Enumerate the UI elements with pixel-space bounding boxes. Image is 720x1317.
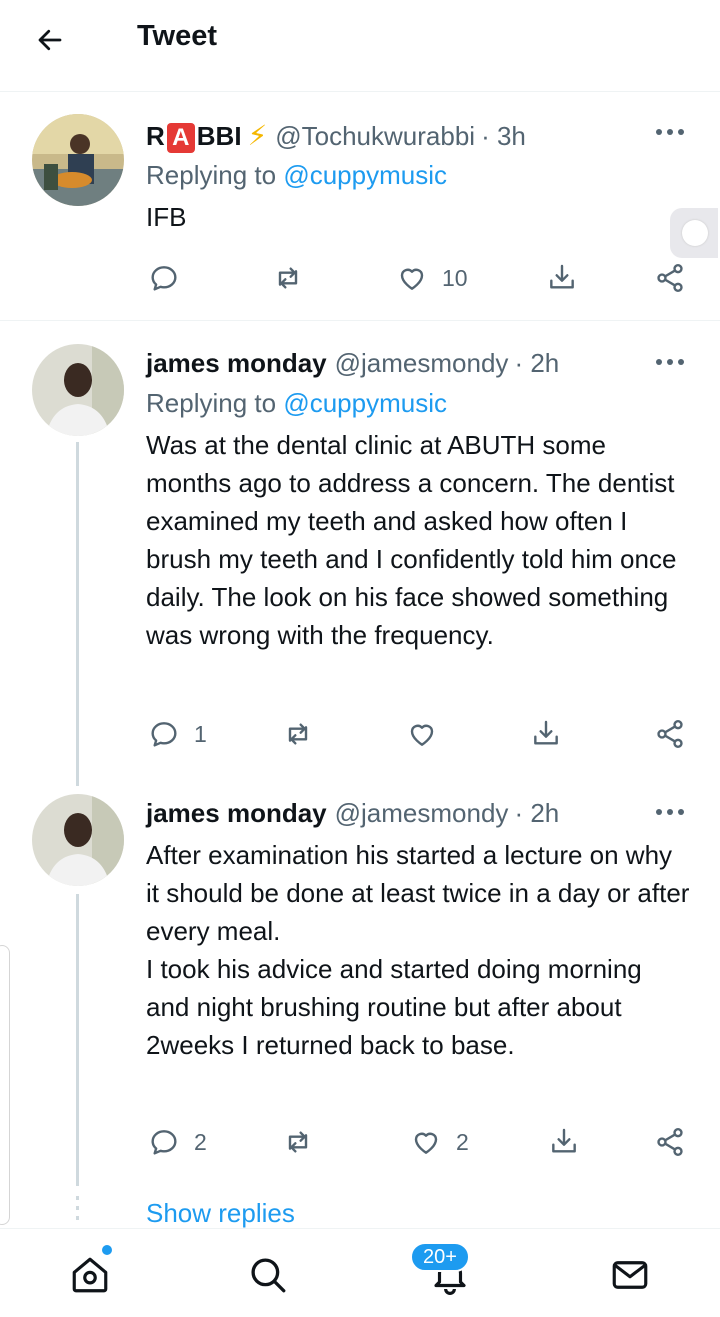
tweet-time: · 2h	[514, 798, 560, 828]
more-options-button[interactable]	[650, 350, 690, 374]
tweet-time: · 3h	[481, 120, 526, 151]
bottom-navigation: 20+	[0, 1228, 720, 1317]
share-icon	[657, 1128, 683, 1156]
heart-icon	[410, 724, 434, 746]
retweet-button[interactable]	[272, 262, 318, 294]
like-button[interactable]: 2	[410, 1126, 469, 1158]
author-name: R A BBI ⚡	[146, 120, 268, 153]
more-options-button[interactable]	[650, 120, 690, 144]
lightning-emoji: ⚡	[247, 120, 268, 151]
floating-assistive-button[interactable]	[670, 208, 718, 258]
reply-icon	[151, 722, 177, 747]
nav-messages[interactable]	[608, 1253, 652, 1297]
like-button[interactable]: 10	[396, 262, 468, 294]
share-button[interactable]	[654, 718, 686, 750]
bookmark-share-button[interactable]	[546, 262, 578, 294]
reply-count: 2	[194, 1128, 207, 1155]
retweet-button[interactable]	[282, 718, 328, 750]
avatar[interactable]	[32, 794, 124, 886]
avatar[interactable]	[32, 344, 124, 436]
nav-home[interactable]	[68, 1245, 112, 1297]
top-app-bar: Tweet	[0, 0, 720, 92]
page-title: Tweet	[137, 20, 218, 52]
replying-to: Replying to @cuppymusic	[146, 160, 447, 190]
tweet-text: IFB	[146, 202, 187, 232]
reply-icon	[151, 266, 177, 291]
download-icon	[552, 1128, 576, 1153]
retweet-icon	[288, 723, 308, 745]
like-button[interactable]	[406, 718, 452, 750]
share-button[interactable]	[654, 1126, 686, 1158]
back-button[interactable]	[30, 20, 70, 60]
heart-icon	[414, 1132, 438, 1154]
tweet-time: · 2h	[514, 348, 560, 378]
like-count: 2	[456, 1128, 469, 1155]
more-options-button[interactable]	[650, 800, 690, 824]
more-icon	[656, 809, 684, 815]
tweet-author[interactable]: james monday @jamesmondy · 2h	[146, 348, 559, 379]
notifications-badge: 20+	[410, 1242, 470, 1272]
author-name: james monday	[146, 348, 327, 378]
tweet-text: Was at the dental clinic at ABUTH some m…	[146, 430, 677, 650]
author-handle: @jamesmondy	[334, 348, 509, 378]
tweet-author[interactable]: R A BBI ⚡ @Tochukwurabbi · 3h	[146, 119, 526, 153]
reply-button[interactable]: 1	[148, 718, 207, 750]
tweet-2[interactable]: james monday @jamesmondy · 2h Replying t…	[0, 320, 720, 780]
new-posts-dot	[102, 1245, 112, 1255]
heart-icon	[400, 268, 424, 290]
share-button[interactable]	[654, 262, 686, 294]
more-icon	[656, 359, 684, 365]
like-count: 10	[442, 264, 468, 291]
edge-panel-handle[interactable]	[0, 945, 10, 1225]
retweet-icon	[288, 1131, 308, 1153]
reply-icon	[151, 1130, 177, 1155]
replying-to: Replying to @cuppymusic	[146, 388, 447, 418]
author-handle: @Tochukwurabbi	[275, 120, 476, 151]
share-icon	[657, 264, 683, 292]
bookmark-share-button[interactable]	[530, 718, 562, 750]
arrow-left-icon	[38, 29, 62, 51]
retweet-button[interactable]	[282, 1126, 328, 1158]
nav-search[interactable]	[246, 1253, 290, 1297]
tweet-3[interactable]: james monday @jamesmondy · 2h After exam…	[0, 780, 720, 1220]
tweet-author[interactable]: james monday @jamesmondy · 2h	[146, 798, 559, 829]
download-icon	[550, 264, 574, 289]
mention-link[interactable]: @cuppymusic	[283, 388, 447, 418]
home-icon	[72, 1257, 108, 1293]
name-badge: A	[166, 123, 195, 153]
reply-count: 1	[194, 720, 207, 747]
more-icon	[656, 129, 684, 135]
reply-button[interactable]: 2	[148, 1126, 207, 1158]
author-name: james monday	[146, 798, 327, 828]
tweet-text: After examination his started a lecture …	[146, 840, 690, 1060]
tweet-1[interactable]: R A BBI ⚡ @Tochukwurabbi · 3h Replying to @…	[0, 92, 720, 320]
share-icon	[657, 720, 683, 748]
retweet-icon	[278, 267, 298, 289]
show-replies-link[interactable]: Show replies	[146, 1198, 295, 1228]
bookmark-share-button[interactable]	[548, 1126, 580, 1158]
author-handle: @jamesmondy	[334, 798, 509, 828]
avatar[interactable]	[32, 114, 124, 206]
search-icon	[251, 1258, 286, 1293]
reply-button[interactable]	[148, 262, 194, 294]
messages-icon	[612, 1261, 648, 1289]
mention-link[interactable]: @cuppymusic	[283, 160, 447, 190]
download-icon	[534, 720, 558, 745]
